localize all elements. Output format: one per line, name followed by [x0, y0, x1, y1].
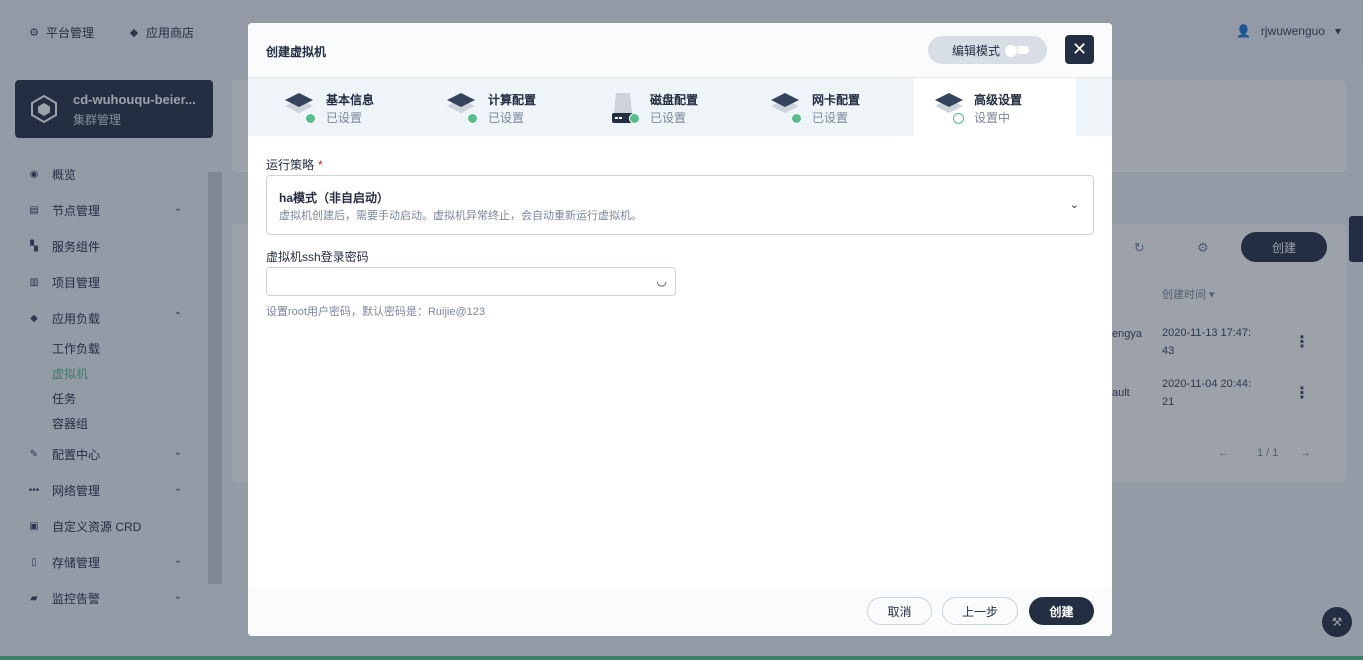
step-status: 已设置 — [488, 111, 525, 125]
step-inprogress-dot — [953, 113, 964, 124]
required-mark: * — [318, 158, 323, 172]
chevron-down-icon: ⌄ — [1069, 199, 1079, 211]
run-policy-label: 运行策略 * — [266, 156, 323, 173]
eye-closed-icon[interactable]: ◡ — [657, 274, 667, 288]
run-policy-value: ha模式（非自启动） — [279, 191, 390, 205]
step-title: 计算配置 — [488, 93, 537, 107]
step-title: 基本信息 — [326, 93, 375, 107]
cancel-button[interactable]: 取消 — [867, 597, 932, 625]
toggle-switch[interactable] — [1004, 44, 1029, 58]
step-bar: 基本信息 已设置 计算配置 已设置 磁盘配置 已设置 网卡配置 已设置 高级设置… — [248, 78, 1112, 136]
step-status: 设置中 — [974, 111, 1011, 125]
step-disk[interactable]: 磁盘配置 已设置 — [572, 78, 734, 136]
step-status: 已设置 — [326, 111, 363, 125]
step-advanced[interactable]: 高级设置 设置中 — [914, 78, 1076, 136]
step-title: 网卡配置 — [812, 93, 861, 107]
modal-footer: 取消 上一步 创建 — [248, 586, 1112, 636]
step-done-dot — [467, 113, 478, 124]
ssh-password-hint: 设置root用户密码，默认密码是：Ruijie@123 — [266, 306, 485, 318]
run-policy-select[interactable]: ha模式（非自启动） 虚拟机创建后，需要手动启动。虚拟机异常终止，会自动重新运行… — [266, 175, 1094, 235]
ssh-password-label: 虚拟机ssh登录密码 — [266, 250, 369, 264]
previous-step-button[interactable]: 上一步 — [942, 597, 1018, 625]
step-basic-info[interactable]: 基本信息 已设置 — [248, 78, 410, 136]
step-status: 已设置 — [650, 111, 687, 125]
create-button[interactable]: 创建 — [1029, 597, 1094, 625]
run-policy-label-text: 运行策略 — [266, 158, 315, 172]
close-icon: ✕ — [1071, 39, 1088, 59]
create-vm-modal: 创建虚拟机 编辑模式 ✕ 基本信息 已设置 计算配置 已设置 磁盘配置 已设置 … — [248, 23, 1112, 636]
modal-title: 创建虚拟机 — [266, 45, 327, 59]
modal-header: 创建虚拟机 编辑模式 ✕ — [248, 23, 1112, 78]
step-compute[interactable]: 计算配置 已设置 — [410, 78, 572, 136]
edit-mode-toggle[interactable]: 编辑模式 — [928, 36, 1047, 64]
modal-body: 运行策略 * ha模式（非自启动） 虚拟机创建后，需要手动启动。虚拟机异常终止，会… — [248, 136, 1112, 586]
step-done-dot — [791, 113, 802, 124]
step-status: 已设置 — [812, 111, 849, 125]
step-done-dot — [305, 113, 316, 124]
edit-mode-label: 编辑模式 — [952, 43, 1001, 58]
close-button[interactable]: ✕ — [1065, 35, 1094, 64]
step-title: 高级设置 — [974, 93, 1023, 107]
step-title: 磁盘配置 — [650, 93, 699, 107]
ssh-password-input[interactable]: ◡ — [266, 267, 676, 296]
run-policy-description: 虚拟机创建后，需要手动启动。虚拟机异常终止，会自动重新运行虚拟机。 — [279, 210, 642, 222]
step-done-dot — [629, 113, 640, 124]
step-nic[interactable]: 网卡配置 已设置 — [734, 78, 896, 136]
